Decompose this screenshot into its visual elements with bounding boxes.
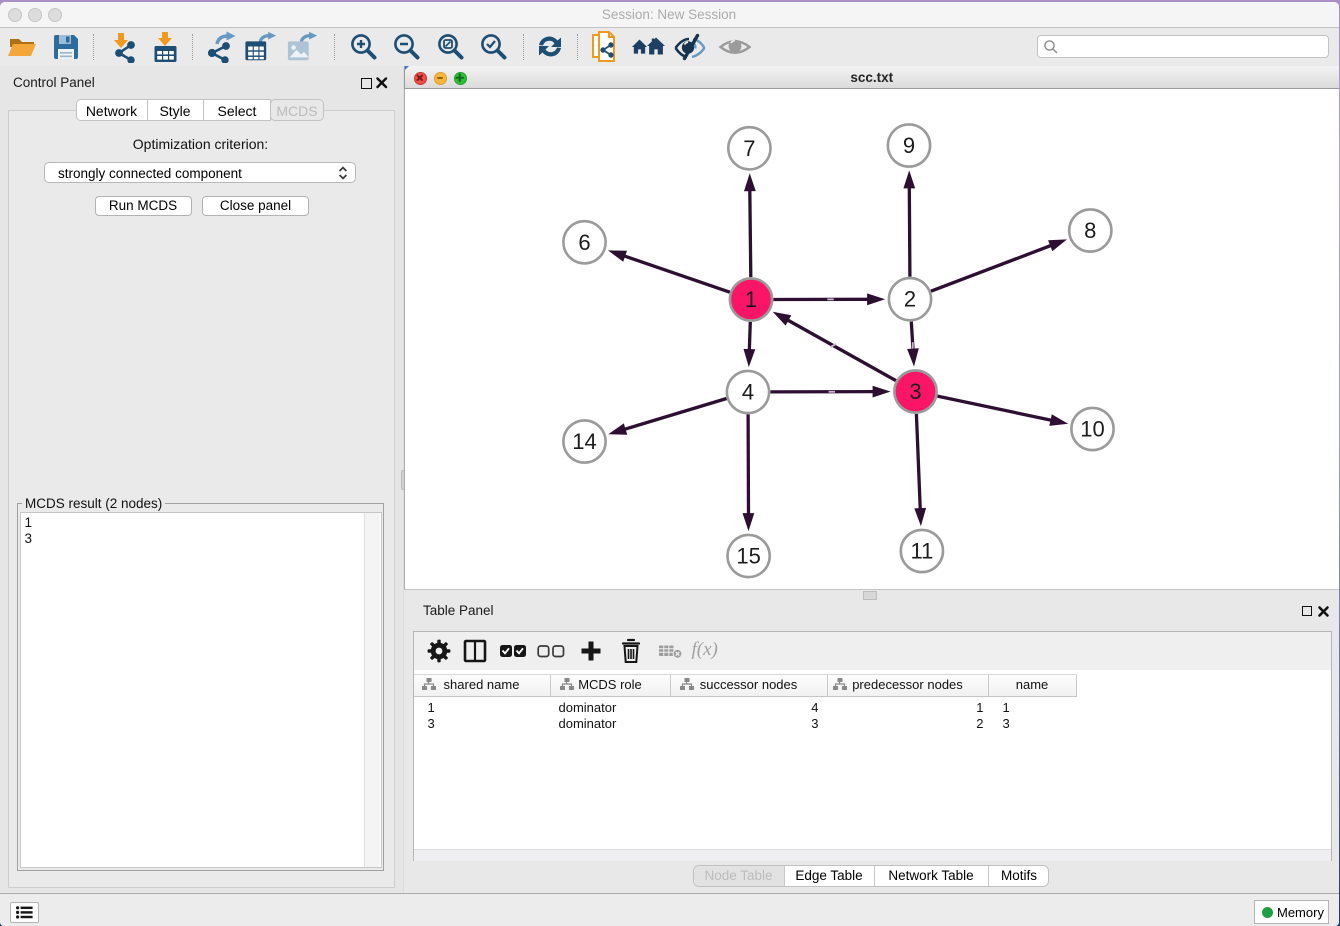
svg-text:14: 14 (572, 429, 596, 454)
svg-text:2: 2 (904, 287, 916, 312)
svg-text:15: 15 (736, 544, 760, 569)
svg-text:8: 8 (1084, 218, 1096, 243)
svg-text:11: 11 (910, 539, 933, 564)
svg-text:3: 3 (909, 379, 921, 404)
svg-text:9: 9 (903, 133, 915, 158)
svg-text:7: 7 (743, 136, 755, 161)
svg-text:4: 4 (742, 380, 754, 405)
svg-text:10: 10 (1080, 417, 1104, 442)
svg-text:6: 6 (578, 230, 590, 255)
svg-text:1: 1 (745, 287, 757, 312)
